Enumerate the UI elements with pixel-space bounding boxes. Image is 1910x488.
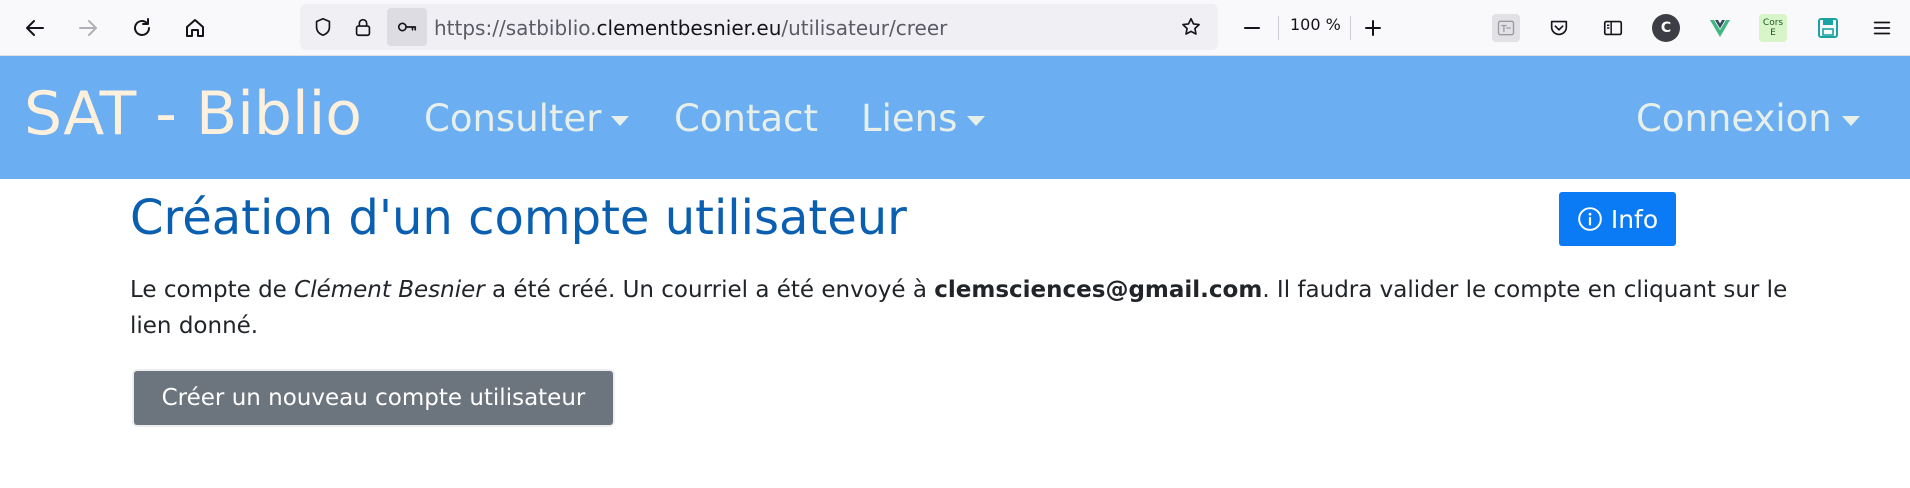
pocket-icon bbox=[1550, 20, 1568, 36]
caret-down-icon bbox=[967, 116, 986, 126]
nav-item-label: Liens bbox=[861, 97, 958, 140]
nav-item-consulter[interactable]: Consulter bbox=[424, 96, 630, 142]
zoom-level[interactable]: 100 % bbox=[1290, 15, 1341, 35]
reload-icon bbox=[134, 18, 150, 36]
password-manager-button[interactable] bbox=[387, 8, 427, 46]
sidebar-icon bbox=[1603, 20, 1623, 36]
info-circle-icon bbox=[1578, 207, 1602, 231]
create-new-account-button[interactable]: Créer un nouveau compte utilisateur bbox=[134, 371, 613, 425]
caret-down-icon bbox=[611, 116, 630, 126]
user-full-name: Clément Besnier bbox=[294, 277, 485, 303]
reload-button[interactable] bbox=[126, 12, 158, 44]
home-button[interactable] bbox=[179, 12, 211, 44]
brand-logo-link[interactable]: SAT - Biblio bbox=[24, 78, 362, 150]
key-icon bbox=[397, 22, 417, 32]
browser-toolbar: https://satbiblio.clementbesnier.eu/util… bbox=[0, 0, 1910, 56]
zoom-separator bbox=[1350, 16, 1351, 40]
cors-label: Cors bbox=[1762, 18, 1784, 28]
url-text[interactable]: https://satbiblio.clementbesnier.eu/util… bbox=[434, 16, 947, 40]
minus-icon bbox=[1244, 27, 1260, 29]
info-button-label: Info bbox=[1610, 204, 1659, 234]
message-text: Le compte de bbox=[130, 277, 295, 303]
floppy-disk-icon bbox=[1818, 18, 1838, 38]
plus-icon bbox=[1365, 20, 1381, 36]
reader-view-button[interactable] bbox=[1599, 14, 1627, 42]
shield-icon bbox=[315, 17, 331, 37]
back-button[interactable] bbox=[19, 12, 51, 44]
avatar-letter: C bbox=[1660, 20, 1672, 36]
site-navbar: SAT - Biblio Consulter Contact Liens Con… bbox=[0, 56, 1910, 179]
home-icon bbox=[186, 19, 204, 37]
nav-item-liens[interactable]: Liens bbox=[861, 96, 986, 142]
zoom-out-button[interactable] bbox=[1236, 12, 1268, 44]
nav-item-label: Connexion bbox=[1636, 97, 1832, 140]
nav-item-label: Contact bbox=[674, 97, 818, 140]
url-path: /utilisateur/creer bbox=[781, 16, 948, 40]
save-extension-button[interactable] bbox=[1814, 14, 1842, 42]
site-security-button[interactable] bbox=[348, 12, 378, 42]
url-bar[interactable]: https://satbiblio.clementbesnier.eu/util… bbox=[300, 4, 1218, 50]
app-menu-button[interactable] bbox=[1868, 14, 1896, 42]
url-scheme: https:// bbox=[434, 16, 506, 40]
pocket-button[interactable] bbox=[1545, 14, 1573, 42]
translate-icon bbox=[1497, 20, 1515, 36]
lock-icon bbox=[355, 18, 371, 37]
extension-translate-button[interactable] bbox=[1492, 14, 1520, 42]
zoom-separator bbox=[1278, 16, 1279, 40]
info-button[interactable]: Info bbox=[1559, 192, 1676, 246]
arrow-left-icon bbox=[26, 20, 44, 36]
star-icon bbox=[1182, 17, 1200, 35]
confirmation-message: Le compte de Clément Besnier a été créé.… bbox=[130, 272, 1820, 344]
nav-item-label: Consulter bbox=[424, 97, 602, 140]
user-email: clemsciences@gmail.com bbox=[934, 277, 1263, 303]
bookmark-star-button[interactable] bbox=[1176, 12, 1206, 42]
message-text: a été créé. Un courriel a été envoyé à bbox=[484, 277, 935, 303]
nav-item-contact[interactable]: Contact bbox=[674, 96, 818, 142]
cors-extension-button[interactable]: Cors E bbox=[1759, 14, 1787, 42]
caret-down-icon bbox=[1841, 116, 1860, 126]
page-title: Création d'un compte utilisateur bbox=[130, 190, 907, 246]
cors-state: E bbox=[1770, 28, 1776, 38]
vue-devtools-button[interactable] bbox=[1706, 14, 1734, 42]
zoom-in-button[interactable] bbox=[1357, 12, 1389, 44]
url-subdomain: satbiblio. bbox=[505, 16, 597, 40]
url-domain: clementbesnier.eu bbox=[596, 16, 782, 40]
hamburger-menu-icon bbox=[1873, 21, 1891, 35]
nav-item-connexion[interactable]: Connexion bbox=[1636, 96, 1860, 142]
tracking-protection-button[interactable] bbox=[308, 12, 338, 42]
forward-button[interactable] bbox=[72, 12, 104, 44]
vue-logo-icon bbox=[1710, 20, 1730, 37]
avatar-extension-button[interactable]: C bbox=[1652, 14, 1680, 42]
arrow-right-icon bbox=[79, 20, 97, 36]
